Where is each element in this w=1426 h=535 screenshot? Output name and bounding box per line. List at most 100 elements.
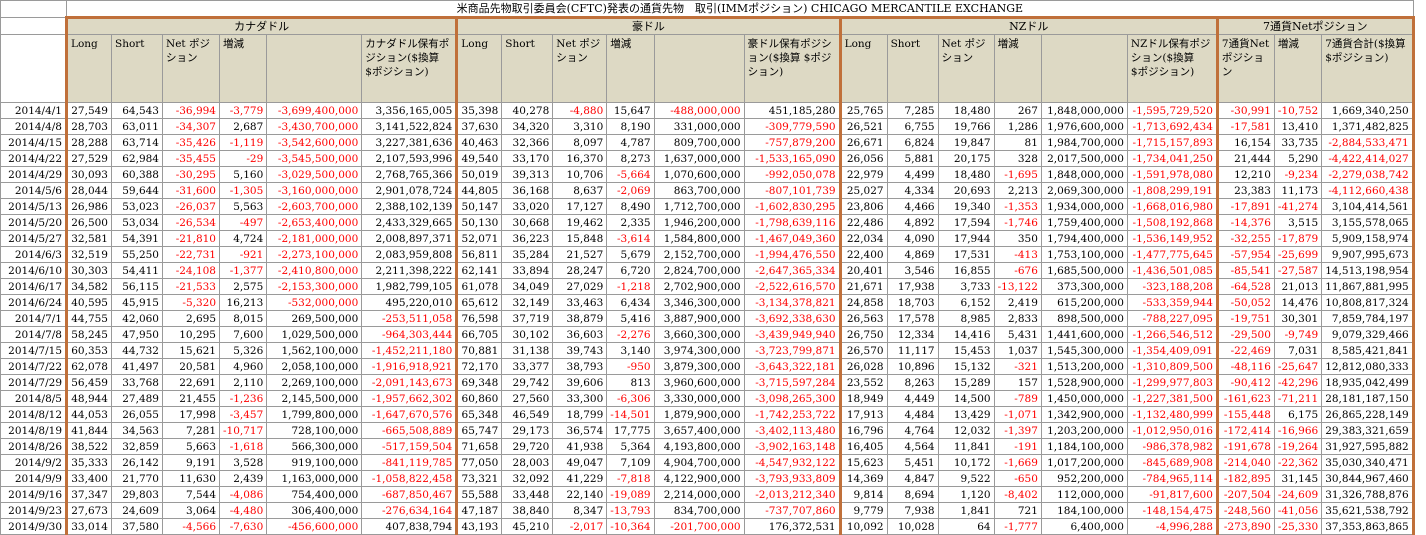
cad-change-cell[interactable]: -4,086 [218,486,268,503]
cad-net-cell[interactable]: 17,998 [162,406,220,423]
cad-usd-amount-cell[interactable]: 269,500,000 [266,310,363,327]
aud-change-cell[interactable]: 5,679 [606,246,655,263]
nzd-change-cell[interactable]: -413 [993,246,1042,263]
nzd-change-cell[interactable]: 350 [993,230,1042,247]
nzd-change-cell[interactable]: -1,353 [993,198,1042,215]
aud-usd-amount-cell[interactable]: 1,946,200,000 [653,214,745,231]
aud-change-cell[interactable]: 5,416 [606,310,655,327]
date-cell[interactable]: 2014/4/8 [0,118,67,135]
cad-net-cell[interactable]: 15,621 [162,342,220,359]
aud-change-cell[interactable]: 5,364 [606,438,655,455]
cad-short-cell[interactable]: 37,580 [111,518,163,535]
nzd-net-cell[interactable]: 18,480 [937,166,995,183]
nzd-long-cell[interactable]: 24,858 [838,294,888,311]
net7-change-cell[interactable]: 31,145 [1273,470,1323,487]
aud-usd-position-cell[interactable]: -3,902,163,148 [743,438,842,455]
aud-short-cell[interactable]: 34,049 [501,278,554,295]
net7-net-cell[interactable]: -90,412 [1215,374,1275,391]
cad-net-cell[interactable]: 10,295 [162,326,220,343]
net7-change-cell[interactable]: 3,515 [1273,214,1323,231]
aud-net-cell[interactable]: 33,300 [552,390,608,407]
nzd-net-cell[interactable]: 17,531 [937,246,995,263]
net7-usd-total-cell[interactable]: 37,353,863,865 [1321,518,1415,535]
cad-net-cell[interactable]: 9,191 [162,454,220,471]
nzd-usd-position-cell[interactable]: -845,689,908 [1126,454,1219,471]
aud-net-cell[interactable]: 38,879 [552,310,608,327]
aud-usd-position-cell[interactable]: -1,533,165,090 [743,150,842,167]
nzd-net-cell[interactable]: 1,120 [937,486,995,503]
cad-change-cell[interactable]: 2,110 [218,374,268,391]
net7-usd-total-cell[interactable]: 3,104,414,561 [1321,198,1415,215]
cad-short-cell[interactable]: 32,859 [111,438,163,455]
cad-usd-position-cell[interactable]: -841,119,785 [361,454,459,471]
net7-usd-total-cell[interactable]: -4,422,414,027 [1321,150,1415,167]
net7-change-cell[interactable]: -41,056 [1273,502,1323,519]
nzd-short-cell[interactable]: 17,578 [886,310,939,327]
aud-net-cell[interactable]: -2,017 [552,518,608,535]
nzd-change-cell[interactable]: -1,777 [993,518,1042,535]
net7-net-cell[interactable]: 21,444 [1215,150,1275,167]
nzd-long-cell[interactable]: 25,027 [838,182,888,199]
aud-short-cell[interactable]: 39,313 [501,166,554,183]
net7-net-cell[interactable]: -248,560 [1215,502,1275,519]
nzd-short-cell[interactable]: 18,703 [886,294,939,311]
nzd-net-cell[interactable]: 12,032 [937,422,995,439]
nzd-net-cell[interactable]: 19,847 [937,134,995,151]
nzd-short-cell[interactable]: 4,334 [886,182,939,199]
aud-short-cell[interactable]: 27,560 [501,390,554,407]
cad-net-cell[interactable]: -4,566 [162,518,220,535]
group-net7[interactable]: 7通貨Netポジション [1215,16,1415,35]
net7-net-cell[interactable]: -17,581 [1215,118,1275,135]
nzd-change-cell[interactable]: -789 [993,390,1042,407]
nzd-usd-position-cell[interactable]: -1,477,775,645 [1126,246,1219,263]
nzd-change-cell[interactable]: -650 [993,470,1042,487]
aud-long-cell[interactable]: 73,321 [455,470,503,487]
nzd-short-cell[interactable]: 10,028 [886,518,939,535]
net7-net-cell[interactable]: -57,954 [1215,246,1275,263]
cad-long-cell[interactable]: 44,053 [65,406,112,423]
aud-short-cell[interactable]: 30,102 [501,326,554,343]
cad-short-cell[interactable]: 62,984 [111,150,163,167]
nzd-usd-amount-cell[interactable]: 1,759,400,000 [1040,214,1128,231]
nzd-long-cell[interactable]: 26,563 [838,310,888,327]
aud-short-cell[interactable]: 46,549 [501,406,554,423]
cad-short-header[interactable]: Short [111,34,163,103]
nzd-short-cell[interactable]: 8,694 [886,486,939,503]
nzd-usd-position-cell[interactable]: -1,354,409,091 [1126,342,1219,359]
aud-net-cell[interactable]: 18,799 [552,406,608,423]
nzd-usd-position-cell[interactable]: -1,595,729,520 [1126,102,1219,119]
cad-change-cell[interactable]: -1,119 [218,134,268,151]
aud-usd-position-cell[interactable]: -737,707,860 [743,502,842,519]
aud-usd-position-cell[interactable]: -1,798,639,116 [743,214,842,231]
aud-net-cell[interactable]: 3,310 [552,118,608,135]
nzd-usd-position-cell[interactable]: -1,012,950,016 [1126,422,1219,439]
aud-usd-amount-cell[interactable]: 1,070,600,000 [653,166,745,183]
aud-net-cell[interactable]: 41,229 [552,470,608,487]
net7-net-cell[interactable]: -22,469 [1215,342,1275,359]
aud-short-header[interactable]: Short [501,34,554,103]
cad-usd-amount-cell[interactable]: -3,430,700,000 [266,118,363,135]
aud-short-cell[interactable]: 37,719 [501,310,554,327]
cad-short-cell[interactable]: 42,060 [111,310,163,327]
nzd-net-cell[interactable]: 11,841 [937,438,995,455]
aud-change-cell[interactable]: -14,501 [606,406,655,423]
net7-change-cell[interactable]: -17,879 [1273,230,1323,247]
cad-net-cell[interactable]: 5,663 [162,438,220,455]
cad-change-cell[interactable]: 16,213 [218,294,268,311]
net7-change-cell[interactable]: -27,587 [1273,262,1323,279]
net7-net-cell[interactable]: -30,991 [1215,102,1275,119]
nzd-long-cell[interactable]: 22,034 [838,230,888,247]
aud-long-cell[interactable]: 50,019 [455,166,503,183]
cad-usd-position-cell[interactable]: 3,227,381,636 [361,134,459,151]
net7-net-cell[interactable]: -14,376 [1215,214,1275,231]
nzd-short-cell[interactable]: 4,847 [886,470,939,487]
aud-usd-position-cell[interactable]: 451,185,280 [743,102,842,119]
net7-usd-total-cell[interactable]: 10,808,817,324 [1321,294,1415,311]
net7-usd-total-cell[interactable]: 11,867,881,995 [1321,278,1415,295]
nzd-net-cell[interactable]: 19,340 [937,198,995,215]
cad-change-cell[interactable]: -3,779 [218,102,268,119]
net7-usd-total-cell[interactable]: 12,812,080,333 [1321,358,1415,375]
aud-change-cell[interactable]: -5,664 [606,166,655,183]
cad-net-header[interactable]: Net ポジション [162,34,220,103]
cad-change-cell[interactable]: 4,724 [218,230,268,247]
